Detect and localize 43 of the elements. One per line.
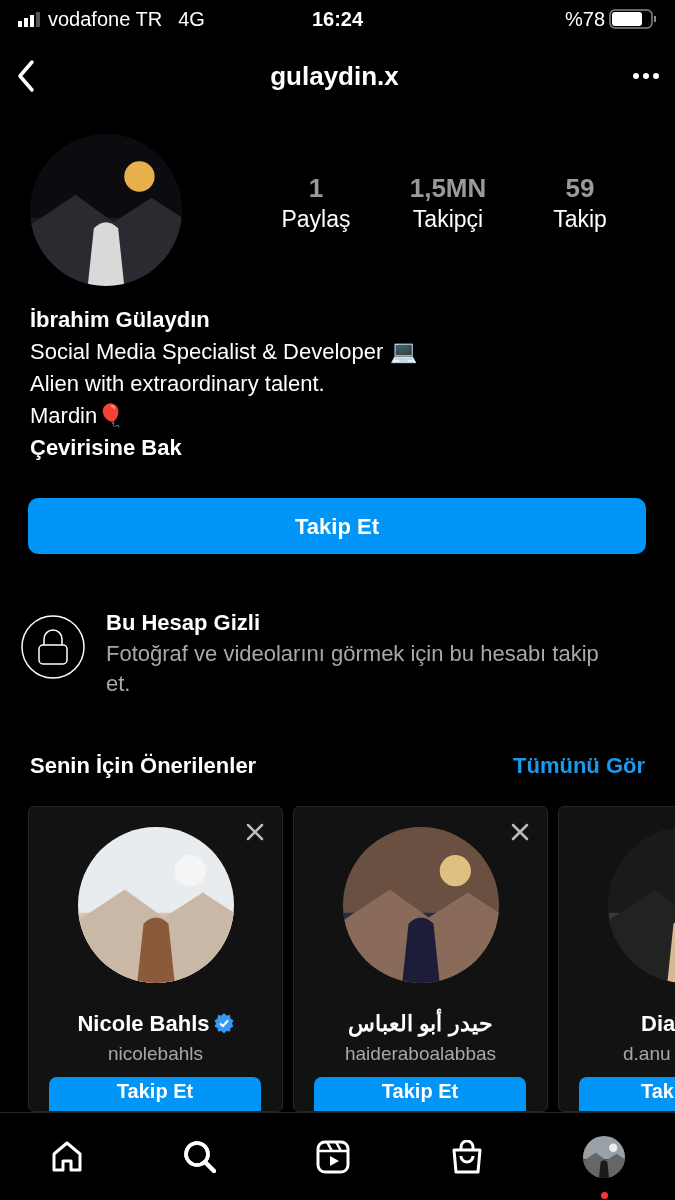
private-message: Fotoğraf ve videolarını görmek için bu hesabı takip et. [106, 640, 600, 698]
suggestion-username: haideraboalabbas [343, 1042, 498, 1066]
close-icon [246, 823, 264, 841]
suggestion-name: Nicole Bahls [77, 1010, 210, 1038]
more-button[interactable] [633, 73, 659, 79]
private-title: Bu Hesap Gizli [106, 609, 262, 637]
reels-icon [316, 1139, 351, 1174]
suggestion-card[interactable]: Nicole Bahls nicolebahls Takip Et [28, 806, 283, 1112]
suggestion-card[interactable]: Dia d.anu Tak [558, 806, 675, 1112]
more-icon [633, 73, 659, 79]
signal-icon [18, 11, 40, 27]
stat-count: 1,5MN [408, 173, 488, 205]
stat-label[interactable]: Takipçi [383, 204, 513, 235]
bio-line: Social Media Specialist & Developer 💻 [30, 338, 418, 366]
back-icon [16, 59, 36, 93]
translate-link[interactable]: Çevirisine Bak [30, 432, 645, 464]
full-name: İbrahim Gülaydın [30, 306, 211, 334]
dismiss-button[interactable] [246, 823, 264, 841]
clock: 16:24 [310, 7, 365, 32]
dismiss-button[interactable] [511, 823, 529, 841]
suggestion-name: Dia [641, 1010, 675, 1038]
battery-percent: %78 [564, 7, 605, 32]
network-type: 4G [178, 7, 205, 32]
lock-icon [20, 614, 86, 680]
see-all-link[interactable]: Tümünü Gör [513, 749, 645, 782]
stat-label[interactable]: Paylaş [251, 204, 381, 235]
bio-line: Mardin🎈 [30, 402, 126, 430]
close-icon [511, 823, 529, 841]
suggestion-name: حيدر أبو العباس [348, 1007, 493, 1040]
reels-tab[interactable] [316, 1139, 351, 1174]
search-tab[interactable] [183, 1139, 218, 1174]
stat-count: 59 [564, 173, 596, 205]
suggestion-username: nicolebahls [106, 1042, 205, 1066]
back-button[interactable] [16, 59, 36, 93]
stat-label[interactable]: Takip [515, 204, 645, 235]
carrier-name: vodafone TR [48, 7, 163, 32]
stat-count: 1 [307, 173, 325, 205]
suggestion-username: d.anu [622, 1042, 672, 1066]
bio-line: Alien with extraordinary talent. [30, 370, 326, 398]
section-title: Senin İçin Önerilenler [30, 752, 257, 780]
profile-username: gulaydin.x [270, 59, 399, 93]
battery-icon [609, 9, 657, 29]
search-icon [183, 1139, 218, 1174]
